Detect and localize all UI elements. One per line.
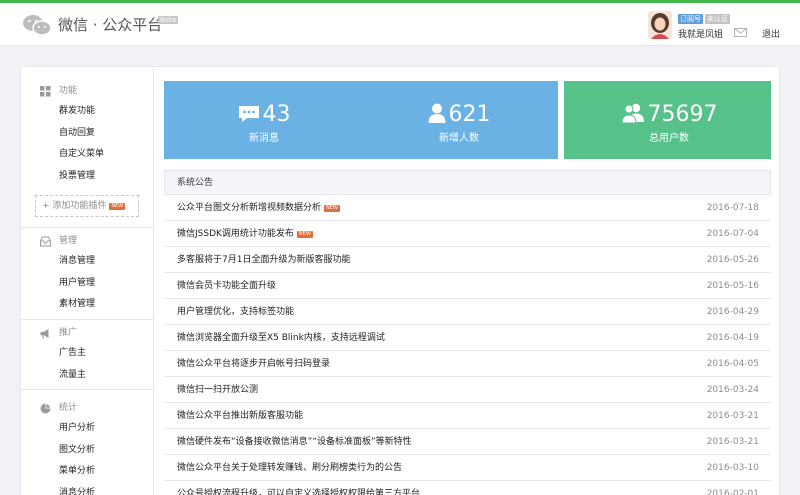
notice-title: 多客服将于7月1日全面升级为新版客服功能 [177,255,351,265]
notice-list: 公众平台图文分析新增视频数据分析 NEW 2016-07-18 微信JSSDK调用统计… [164,195,771,495]
sidebar-item-publisher[interactable]: 流量主 [21,365,154,387]
notice-date: 2016-05-26 [706,255,759,265]
beta-badge: Beta [158,16,179,24]
notice-date: 2016-07-18 [706,203,759,213]
sidebar-group-manage: 管理 消息管理 用户管理 素材管理 [21,231,154,316]
pie-chart-icon [40,403,51,414]
notice-row[interactable]: 公众平台图文分析新增视频数据分析 NEW 2016-07-18 [164,195,771,221]
add-plugin-button[interactable]: + 添加功能插件 NEW [35,195,139,217]
stats-card-new: 43 新消息 621 新增人数 [164,81,558,159]
notice-title: 微信公众平台关于处理转发赚钱、刷分刷榜类行为的公告 [177,463,403,473]
new-badge: NEW [324,205,340,212]
notice-date: 2016-03-10 [706,463,759,473]
sidebar-item-message-analysis[interactable]: 消息分析 [21,483,154,495]
notice-title: 微信扫一扫开放公测 [177,385,259,395]
notice-row[interactable]: 微信公众平台关于处理转发赚钱、刷分刷榜类行为的公告 2016-03-10 [164,455,771,481]
new-badge: NEW [109,203,126,210]
stat-value: 621 [448,102,491,127]
message-icon [238,106,259,122]
sidebar-group-function: 功能 群发功能 自动回复 自定义菜单 投票管理 [21,81,154,187]
sidebar-item-messages[interactable]: 消息管理 [21,251,154,273]
subscription-tag: 订阅号 [678,14,703,24]
notice-row[interactable]: 微信扫一扫开放公测 2016-03-24 [164,377,771,403]
sidebar-group-title: 管理 [59,236,78,246]
notice-date: 2016-04-29 [706,307,759,317]
verify-status-tag[interactable]: 未认证 [705,14,730,24]
add-plugin-label: + 添加功能插件 [42,201,107,211]
main-panel: 功能 群发功能 自动回复 自定义菜单 投票管理 + 添加功能插件 NEW 管理 消… [20,66,780,495]
notice-title: 用户管理优化，支持标签功能 [177,307,295,317]
stat-label: 新消息 [249,133,279,144]
notice-title: 公众号授权流程升级，可以自定义选择授权权限给第三方平台 [177,489,421,495]
notice-title: 微信JSSDK调用统计功能发布 [177,229,294,239]
notice-date: 2016-03-24 [706,385,759,395]
users-icon [620,103,644,124]
sidebar-item-menu-analysis[interactable]: 菜单分析 [21,461,154,483]
divider [21,389,154,390]
sidebar-item-advertiser[interactable]: 广告主 [21,343,154,365]
notice-row[interactable]: 微信JSSDK调用统计功能发布 NEW 2016-07-04 [164,221,771,247]
divider [21,319,154,320]
top-bar: 微信 · 公众平台 Beta 订阅号 未认证 我就是凤姐 退出 [0,3,800,46]
system-notices: 系统公告 公众平台图文分析新增视频数据分析 NEW 2016-07-18 微信JSSD… [164,170,771,495]
notice-date: 2016-04-19 [706,333,759,343]
stat-label: 新增人数 [439,133,479,144]
sidebar-group-statistics: 统计 用户分析 图文分析 菜单分析 消息分析 [21,398,154,495]
notice-title: 微信公众平台将逐步开启帐号扫码登录 [177,359,331,369]
sidebar-item-users[interactable]: 用户管理 [21,273,154,295]
stat-value: 43 [262,102,291,127]
avatar[interactable] [648,11,672,39]
notice-date: 2016-03-21 [706,411,759,421]
notice-row[interactable]: 多客服将于7月1日全面升级为新版客服功能 2016-05-26 [164,247,771,273]
notice-title: 公众平台图文分析新增视频数据分析 [177,203,322,213]
avatar-portrait-icon [648,11,672,39]
stat-new-followers[interactable]: 621 新增人数 [374,81,544,159]
megaphone-icon [40,329,49,339]
sidebar-group-promotion: 推广 广告主 流量主 [21,323,154,386]
notice-row[interactable]: 微信浏览器全面升级至X5 Blink内核，支持远程调试 2016-04-19 [164,325,771,351]
grid-icon [40,86,51,97]
brand-title[interactable]: 微信 · 公众平台 [58,14,162,35]
sidebar-group-title: 统计 [59,403,78,413]
mail-icon[interactable] [734,28,747,37]
sidebar-item-mass-send[interactable]: 群发功能 [21,101,154,123]
notice-date: 2016-03-21 [706,437,759,447]
stat-label: 总用户数 [649,133,689,144]
notice-row[interactable]: 用户管理优化，支持标签功能 2016-04-29 [164,299,771,325]
stat-total-users[interactable]: 75697 总用户数 [584,81,754,159]
notice-title: 微信公众平台推出新版客服功能 [177,411,304,421]
divider [21,227,154,228]
sidebar-item-vote[interactable]: 投票管理 [21,166,154,188]
sidebar-item-user-analysis[interactable]: 用户分析 [21,418,154,440]
sidebar-item-custom-menu[interactable]: 自定义菜单 [21,144,154,166]
notice-row[interactable]: 微信公众平台推出新版客服功能 2016-03-21 [164,403,771,429]
stat-new-messages[interactable]: 43 新消息 [184,81,344,159]
notice-row[interactable]: 公众号授权流程升级，可以自定义选择授权权限给第三方平台 2016-02-01 [164,481,771,495]
notice-row[interactable]: 微信公众平台将逐步开启帐号扫码登录 2016-04-05 [164,351,771,377]
sidebar-group-title: 推广 [59,328,78,338]
notice-row[interactable]: 微信硬件发布“设备接收微信消息”“设备标准面板”等新特性 2016-03-21 [164,429,771,455]
logout-link[interactable]: 退出 [762,27,780,40]
sidebar-item-materials[interactable]: 素材管理 [21,294,154,316]
sidebar-item-article-analysis[interactable]: 图文分析 [21,440,154,462]
notice-title: 微信浏览器全面升级至X5 Blink内核，支持远程调试 [177,333,385,343]
notice-date: 2016-07-04 [706,229,759,239]
sidebar-group-title: 功能 [59,86,78,96]
sidebar-item-auto-reply[interactable]: 自动回复 [21,123,154,145]
stat-value: 75697 [647,102,718,127]
notice-date: 2016-05-16 [706,281,759,291]
stats-card-total: 75697 总用户数 [564,81,771,159]
person-icon [428,103,445,123]
notice-title: 微信硬件发布“设备接收微信消息”“设备标准面板”等新特性 [177,437,412,447]
wechat-logo-icon[interactable] [22,13,52,37]
notice-date: 2016-02-01 [706,489,759,495]
notice-row[interactable]: 微信会员卡功能全面升级 2016-05-16 [164,273,771,299]
new-badge: NEW [296,231,313,238]
inbox-icon [40,236,51,247]
username[interactable]: 我就是凤姐 [678,27,723,40]
notice-date: 2016-04-05 [706,359,759,369]
notice-title: 微信会员卡功能全面升级 [177,281,277,291]
notices-title: 系统公告 [164,170,771,195]
sidebar: 功能 群发功能 自动回复 自定义菜单 投票管理 + 添加功能插件 NEW 管理 消… [21,67,154,495]
